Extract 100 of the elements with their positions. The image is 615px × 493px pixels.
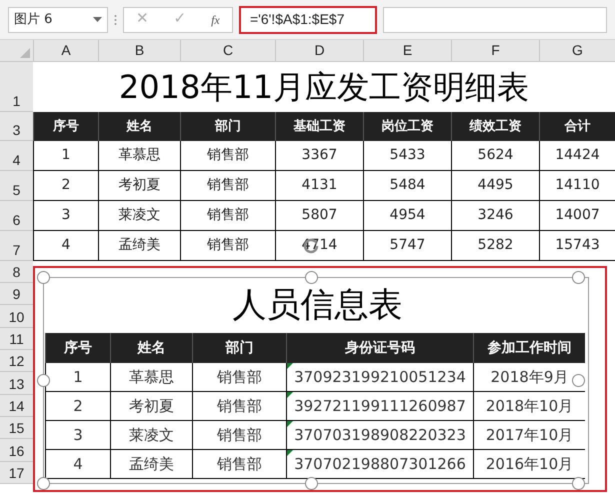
header-cell: 岗位工资 bbox=[363, 112, 451, 141]
table-cell: 5807 bbox=[275, 201, 363, 230]
table-cell: 1 bbox=[33, 141, 98, 170]
row-header[interactable]: 3 bbox=[0, 112, 33, 141]
column-header[interactable]: D bbox=[275, 40, 363, 61]
resize-handle[interactable] bbox=[37, 477, 50, 490]
column-header[interactable]: F bbox=[451, 40, 539, 61]
table-cell-text: 销售部 bbox=[217, 396, 262, 417]
row-header[interactable]: 14 bbox=[0, 395, 33, 417]
table-cell-text: 考初夏 bbox=[129, 396, 174, 417]
table-cell: 14110 bbox=[539, 171, 615, 200]
insert-function-button[interactable]: fx bbox=[211, 10, 220, 28]
resize-handle[interactable] bbox=[305, 477, 318, 490]
table-cell-text: 1 bbox=[73, 366, 83, 388]
row-header[interactable]: 1 bbox=[0, 62, 33, 112]
table-cell: 4131 bbox=[275, 171, 363, 200]
row-header[interactable]: 9 bbox=[0, 283, 33, 305]
resize-handle[interactable] bbox=[37, 271, 50, 284]
corner-triangle-icon bbox=[20, 48, 30, 58]
table-cell: 14007 bbox=[539, 201, 615, 230]
table-cell: 4954 bbox=[363, 201, 451, 230]
table-cell: 5282 bbox=[451, 231, 539, 260]
row-header[interactable]: 8 bbox=[0, 261, 33, 283]
table-cell-text: 销售部 bbox=[217, 366, 262, 388]
resize-handle[interactable] bbox=[305, 271, 318, 284]
table-cell: 销售部 bbox=[180, 171, 275, 200]
row-header[interactable]: 15 bbox=[0, 417, 33, 439]
sheet-title: 2018年11月应发工资明细表 bbox=[118, 67, 530, 108]
table-cell: 莱凌文 bbox=[98, 201, 180, 230]
header-cell: 部门 bbox=[192, 333, 286, 363]
error-indicator-icon bbox=[287, 421, 293, 427]
table-cell-text: 革慕思 bbox=[129, 366, 174, 388]
header-cell: 合计 bbox=[539, 112, 615, 141]
table-cell-text: 2018年9月 bbox=[490, 366, 568, 388]
table-cell-text: 370703198908220323 bbox=[294, 424, 466, 446]
table-cell: 2 bbox=[33, 171, 98, 200]
table-cell: 3 bbox=[33, 201, 98, 230]
resize-handle[interactable] bbox=[572, 271, 585, 284]
dropdown-caret-icon bbox=[93, 17, 102, 22]
header-cell: 绩效工资 bbox=[451, 112, 539, 141]
header-cell: 姓名 bbox=[98, 112, 180, 141]
table-cell-text: 销售部 bbox=[217, 424, 262, 446]
table-cell-text: 392721199111260987 bbox=[294, 396, 466, 417]
header-cell: 姓名 bbox=[110, 333, 192, 363]
row-header[interactable]: 13 bbox=[0, 372, 33, 395]
header-cell: 参加工作时间 bbox=[473, 333, 585, 363]
row-header[interactable]: 10 bbox=[0, 305, 33, 328]
table-cell-text: 孟绮美 bbox=[129, 454, 174, 475]
header-cell: 部门 bbox=[180, 112, 275, 141]
table-cell-text: 4 bbox=[73, 454, 83, 475]
table-cell: 考初夏 bbox=[98, 171, 180, 200]
formula-field[interactable]: ='6'!$A$1:$E$7 bbox=[239, 6, 377, 34]
row-header[interactable]: 11 bbox=[0, 328, 33, 350]
table-cell: 3367 bbox=[275, 141, 363, 170]
table-cell: 5624 bbox=[451, 141, 539, 170]
table-cell-text: 3 bbox=[73, 424, 83, 446]
row-header[interactable]: 17 bbox=[0, 462, 33, 484]
table-cell-text: 2 bbox=[73, 396, 83, 417]
table-cell-text: 2017年10月 bbox=[486, 424, 574, 446]
table-cell: 销售部 bbox=[180, 231, 275, 260]
table-cell-text: 2018年10月 bbox=[486, 396, 574, 417]
table-cell: 4495 bbox=[451, 171, 539, 200]
table-cell-text: 2016年10月 bbox=[486, 454, 574, 475]
column-header[interactable]: E bbox=[363, 40, 451, 61]
row-header[interactable]: 7 bbox=[0, 231, 33, 261]
row-header[interactable]: 16 bbox=[0, 439, 33, 462]
error-indicator-icon bbox=[287, 392, 293, 398]
table-cell: 4 bbox=[33, 231, 98, 260]
name-box[interactable]: 图片 6 bbox=[8, 6, 108, 32]
column-header[interactable]: B bbox=[98, 40, 180, 61]
grip-icon bbox=[114, 14, 117, 26]
table-cell-text: 370923199210051234 bbox=[294, 366, 466, 388]
error-indicator-icon bbox=[287, 450, 293, 456]
column-header[interactable]: C bbox=[180, 40, 275, 61]
column-header[interactable]: A bbox=[33, 40, 98, 61]
table-cell-text: 莱凌文 bbox=[129, 424, 174, 446]
table-cell: 销售部 bbox=[180, 141, 275, 170]
header-cell: 序号 bbox=[45, 333, 110, 363]
resize-handle[interactable] bbox=[37, 374, 50, 387]
row-header[interactable]: 4 bbox=[0, 141, 33, 171]
table-cell: 5484 bbox=[363, 171, 451, 200]
header-cell: 序号 bbox=[33, 112, 98, 141]
column-header[interactable]: G bbox=[539, 40, 615, 61]
picture-title: 人员信息表 bbox=[232, 284, 404, 327]
row-header[interactable]: 5 bbox=[0, 171, 33, 201]
table-cell: 革慕思 bbox=[98, 141, 180, 170]
row-header[interactable]: 6 bbox=[0, 201, 33, 231]
table-cell-text: 370702198807301266 bbox=[294, 454, 466, 475]
picture-frame[interactable]: 人员信息表 序号 姓名 部门 身份证号码 参加工作时间 1 革慕思 销售部 370923199210051234 2018年9月 2 考初夏 销售部 392721199111260987 2018年10月 3 莱凌文 销售部 370703198908220323 2017年10月 4 孟绮美 销售部 370702198807301266 2016年10月 bbox=[43, 277, 589, 484]
table-cell: 5433 bbox=[363, 141, 451, 170]
table-cell: 3246 bbox=[451, 201, 539, 230]
header-cell: 基础工资 bbox=[275, 112, 363, 141]
table-cell: 孟绮美 bbox=[98, 231, 180, 260]
row-header[interactable]: 12 bbox=[0, 350, 33, 372]
table-cell-text: 销售部 bbox=[217, 454, 262, 475]
table-cell: 销售部 bbox=[180, 201, 275, 230]
table-cell: 5747 bbox=[363, 231, 451, 260]
table-cell: 15743 bbox=[539, 231, 615, 260]
table-cell: 14424 bbox=[539, 141, 615, 170]
resize-handle[interactable] bbox=[572, 477, 585, 490]
